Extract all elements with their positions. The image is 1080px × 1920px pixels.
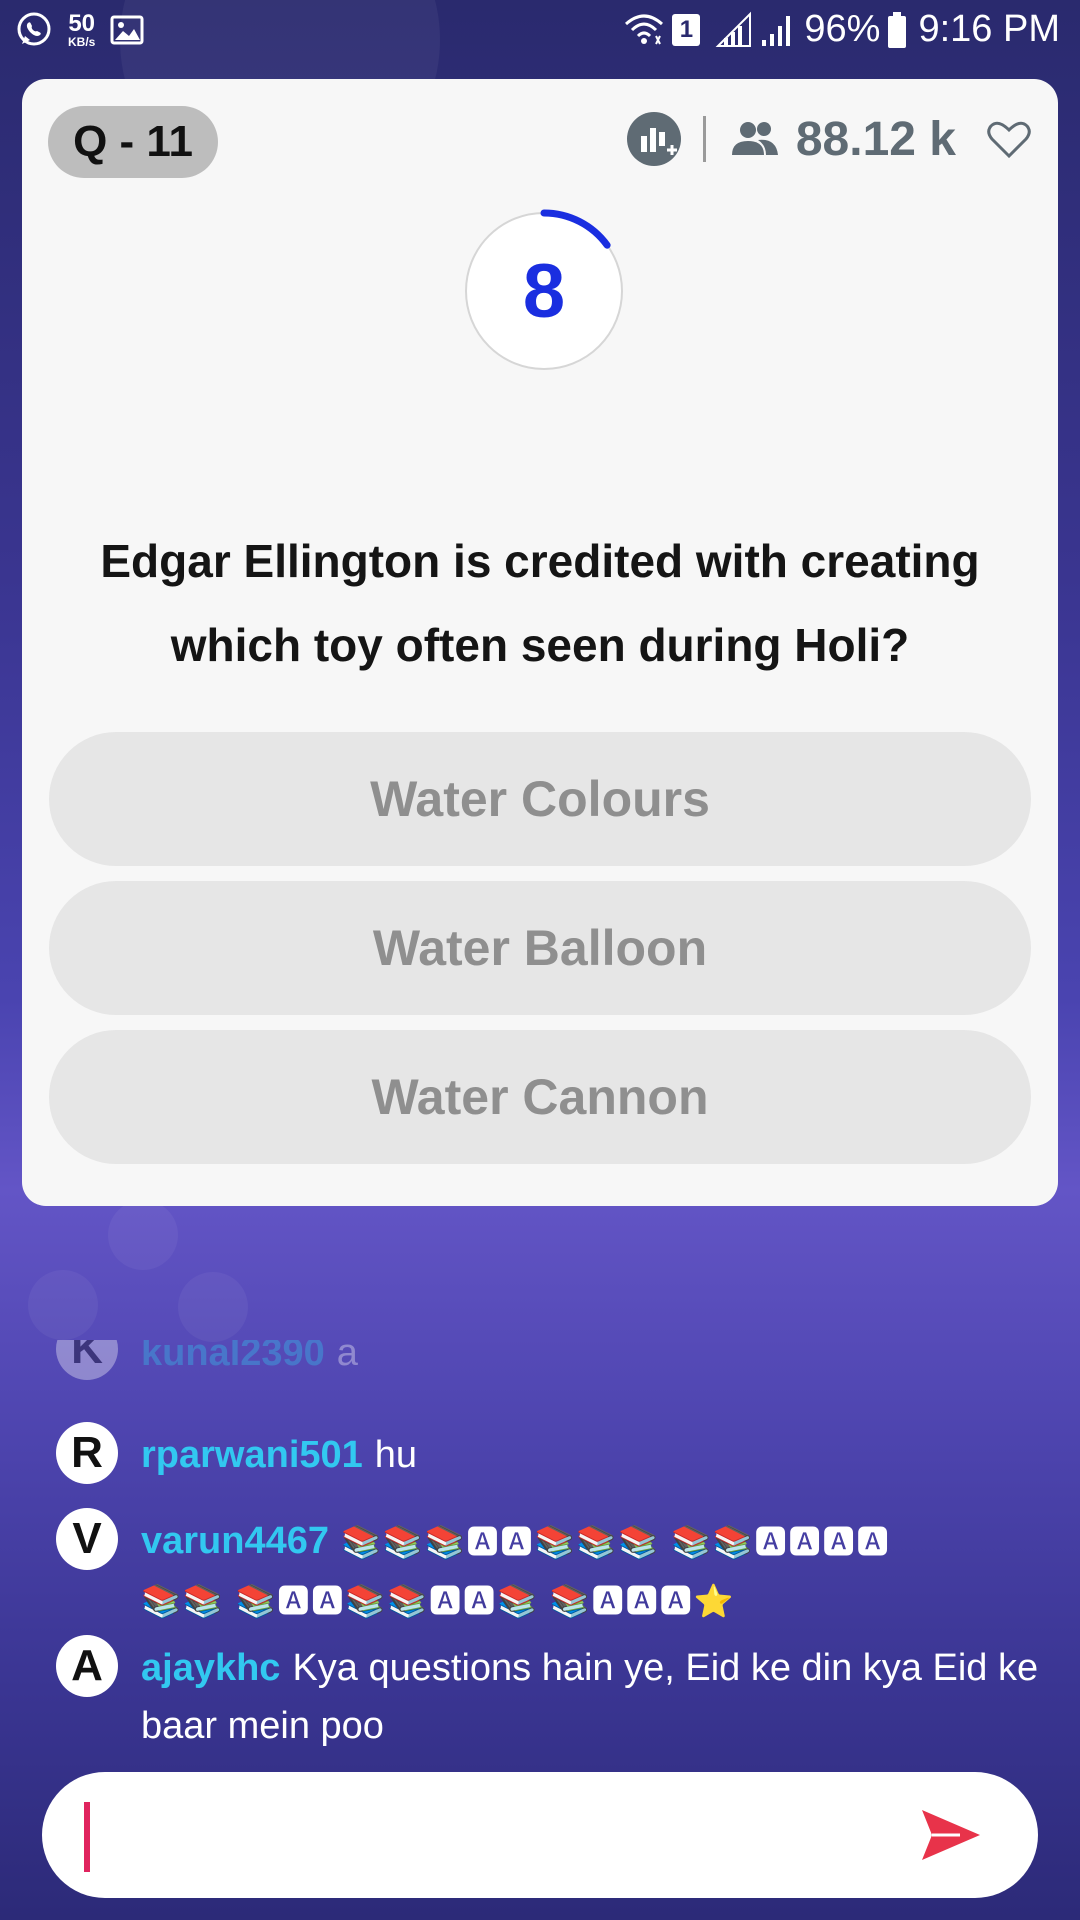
message-body: rparwani501 hu [141, 1426, 1041, 1484]
network-speed: 50 KB/s [68, 10, 96, 49]
option-label: Water Cannon [371, 1069, 709, 1125]
chat-feed: K kunal2390 a R rparwani501 hu V varun4467… [0, 1340, 1080, 1750]
message-body: ajaykhc Kya questions hain ye, Eid ke din… [141, 1639, 1041, 1755]
option-label: Water Colours [370, 771, 710, 827]
battery-percent: 96% [804, 8, 881, 50]
option-3[interactable]: Water Cannon [49, 1030, 1031, 1164]
text-cursor [84, 1802, 90, 1872]
chat-text: a [336, 1340, 358, 1374]
chat-username[interactable]: kunal2390 [141, 1340, 325, 1374]
background-circle [178, 1272, 248, 1342]
countdown-timer: 8 [459, 206, 629, 376]
chat-text-continued: 📚📚 📚🅰🅰📚📚🅰🅰📚 📚🅰🅰🅰⭐ [141, 1583, 736, 1619]
chat-input[interactable] [42, 1772, 1038, 1898]
signal-icon [715, 11, 752, 47]
clock: 9:16 PM [918, 8, 1060, 50]
chat-text: 📚📚📚🅰🅰📚📚📚 📚📚🅰🅰🅰🅰 [341, 1524, 891, 1560]
message-body: varun4467 📚📚📚🅰🅰📚📚📚 📚📚🅰🅰🅰🅰 📚📚 📚🅰🅰📚📚🅰🅰📚 📚🅰🅰… [141, 1512, 1041, 1630]
question-number-badge: Q - 11 [48, 106, 218, 178]
option-2[interactable]: Water Balloon [49, 881, 1031, 1015]
users-icon [731, 122, 778, 155]
quiz-header-actions: 88.12 k [626, 109, 1032, 169]
avatar: V [56, 1508, 118, 1570]
avatar: R [56, 1422, 118, 1484]
timer-value: 8 [522, 248, 566, 334]
avatar-initial: R [71, 1428, 103, 1477]
chat-username[interactable]: rparwani501 [141, 1434, 363, 1476]
heart-icon[interactable] [986, 118, 1032, 160]
chat-text: hu [374, 1434, 418, 1476]
option-1[interactable]: Water Colours [49, 732, 1031, 866]
chat-message: K kunal2390 a [56, 1340, 1016, 1380]
chat-username[interactable]: varun4467 [141, 1520, 329, 1562]
signal-icon-2 [762, 15, 791, 46]
viewer-count: 88.12 k [795, 112, 956, 166]
message-body: kunal2390 a [141, 1340, 1016, 1380]
avatar-initial: K [71, 1340, 103, 1373]
avatar: K [56, 1340, 118, 1380]
quiz-card: Q - 11 88.12 k 8 Edgar Ellington is cred… [22, 79, 1058, 1206]
status-bar: 50 KB/s 1 96% 9:16 PM [0, 0, 1080, 62]
chat-username[interactable]: ajaykhc [141, 1647, 280, 1689]
background-circle [108, 1200, 178, 1270]
question-number: Q - 11 [73, 117, 193, 166]
image-icon [110, 15, 144, 45]
avatar-initial: V [72, 1514, 102, 1563]
question-text: Edgar Ellington is credited with creatin… [100, 535, 980, 671]
background-circle [28, 1270, 98, 1340]
option-label: Water Balloon [372, 920, 708, 976]
avatar: A [56, 1635, 118, 1697]
sim-slot-badge: 1 [672, 13, 701, 46]
avatar-initial: A [71, 1641, 103, 1690]
network-speed-unit: KB/s [68, 35, 96, 49]
lifeline-icon[interactable] [626, 112, 681, 166]
network-speed-value: 50 [68, 10, 96, 37]
battery-icon [888, 11, 907, 48]
whatsapp-icon [17, 12, 51, 46]
send-icon[interactable] [920, 1808, 982, 1862]
wifi-icon [625, 14, 664, 44]
header-divider [702, 116, 706, 162]
sim-slot-number: 1 [679, 15, 694, 43]
